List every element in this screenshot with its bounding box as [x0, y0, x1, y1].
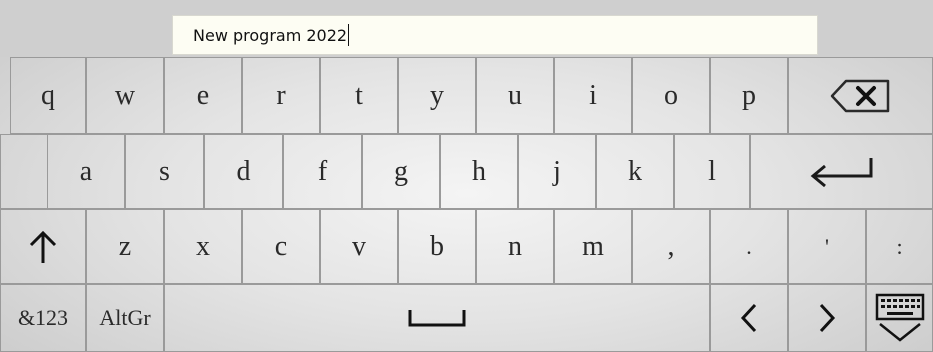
key-label: t: [355, 79, 363, 111]
key-d[interactable]: d: [204, 134, 283, 209]
key-l[interactable]: l: [674, 134, 750, 209]
key-label: :: [896, 233, 903, 259]
key-z[interactable]: z: [86, 209, 164, 284]
keyboard-top-bar: New program 2022: [0, 0, 933, 57]
key-label: b: [430, 230, 444, 262]
key-label: x: [196, 230, 210, 262]
key-e[interactable]: e: [164, 57, 242, 134]
key-j[interactable]: j: [518, 134, 596, 209]
key-period[interactable]: .: [710, 209, 788, 284]
key-label: n: [508, 230, 522, 262]
key-label: h: [472, 155, 486, 187]
key-label: z: [118, 230, 132, 262]
key-g[interactable]: g: [362, 134, 440, 209]
key-q[interactable]: q: [10, 57, 86, 134]
key-label: w: [114, 79, 136, 111]
key-i[interactable]: i: [554, 57, 632, 134]
key-label: q: [41, 79, 55, 111]
key-r[interactable]: r: [242, 57, 320, 134]
cursor-left-button[interactable]: [710, 284, 788, 352]
key-m[interactable]: m: [554, 209, 632, 284]
key-label: y: [430, 79, 444, 111]
text-input[interactable]: New program 2022: [172, 15, 818, 55]
keyboard-hide-icon: [875, 293, 924, 342]
text-caret: [348, 24, 350, 46]
key-label: i: [589, 79, 597, 111]
key-label: p: [742, 79, 756, 111]
hide-keyboard-button[interactable]: [866, 284, 933, 352]
input-value: New program 2022: [193, 25, 348, 45]
altgr-label: AltGr: [99, 305, 151, 330]
key-label: m: [582, 230, 604, 262]
key-label: u: [508, 79, 522, 111]
space-bar[interactable]: [164, 284, 710, 352]
key-t[interactable]: t: [320, 57, 398, 134]
key-label: o: [664, 79, 678, 111]
key-a[interactable]: a: [47, 134, 125, 209]
key-n[interactable]: n: [476, 209, 554, 284]
key-label: s: [159, 155, 170, 187]
space-bar-icon: [408, 310, 466, 327]
key-label: k: [628, 155, 642, 187]
altgr-button[interactable]: AltGr: [86, 284, 164, 352]
backspace-button[interactable]: [788, 57, 933, 134]
key-label: ,: [667, 230, 675, 262]
key-label: v: [352, 230, 366, 262]
cursor-right-button[interactable]: [788, 284, 866, 352]
key-h[interactable]: h: [440, 134, 518, 209]
key-label: j: [553, 155, 561, 187]
key-label: a: [79, 155, 93, 187]
key-label: e: [196, 79, 210, 111]
key-v[interactable]: v: [320, 209, 398, 284]
key-o[interactable]: o: [632, 57, 710, 134]
key-c[interactable]: c: [242, 209, 320, 284]
key-f[interactable]: f: [283, 134, 362, 209]
key-b[interactable]: b: [398, 209, 476, 284]
arrow-right-icon: [819, 303, 836, 333]
key-label: r: [276, 79, 286, 111]
symbols-button[interactable]: &123: [0, 284, 86, 352]
key-label: c: [274, 230, 288, 262]
key-label: f: [317, 155, 328, 187]
on-screen-keyboard: q w e r t y u i o p a s d f g h j k l z …: [0, 57, 933, 352]
key-k[interactable]: k: [596, 134, 674, 209]
key-label: g: [394, 155, 408, 187]
key-label: .: [746, 233, 752, 259]
key-p[interactable]: p: [710, 57, 788, 134]
key-comma[interactable]: ,: [632, 209, 710, 284]
key-u[interactable]: u: [476, 57, 554, 134]
key-s[interactable]: s: [125, 134, 204, 209]
key-label: l: [708, 155, 716, 187]
arrow-left-icon: [740, 303, 757, 333]
key-label: d: [236, 155, 251, 187]
shift-button[interactable]: [0, 209, 86, 284]
symbols-label: &123: [17, 305, 69, 330]
key-w[interactable]: w: [86, 57, 164, 134]
key-colon[interactable]: :: [866, 209, 933, 284]
shift-arrow-icon: [29, 230, 57, 263]
key-y[interactable]: y: [398, 57, 476, 134]
key-spacer-left: [0, 134, 47, 209]
enter-button[interactable]: [750, 134, 933, 209]
enter-icon: [810, 157, 872, 187]
key-x[interactable]: x: [164, 209, 242, 284]
key-apostrophe[interactable]: ': [788, 209, 866, 284]
key-label: ': [825, 233, 829, 259]
backspace-icon: [830, 79, 889, 112]
